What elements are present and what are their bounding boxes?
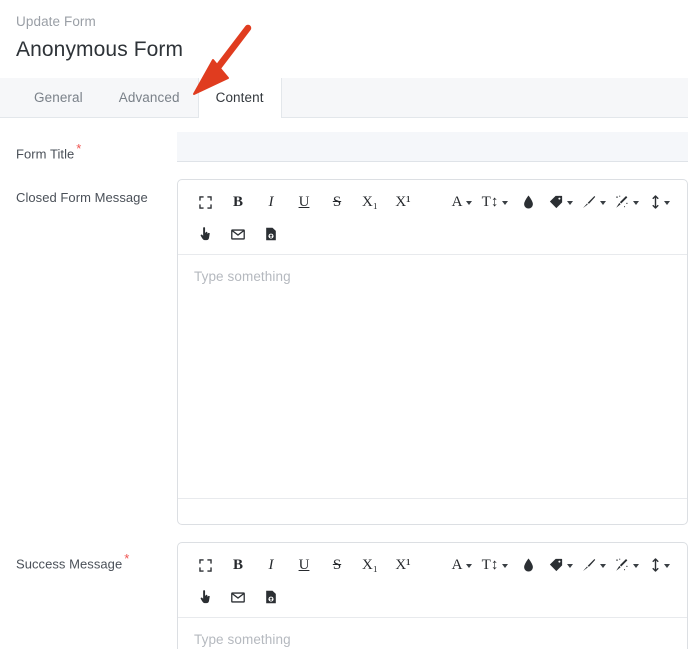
font-family-label: A xyxy=(451,556,463,573)
form-body: Form Title * Closed Form Message B I U S… xyxy=(0,118,688,649)
italic-icon[interactable]: I xyxy=(258,189,284,215)
toolbar-row-1-success: B I U S X₁ X¹ A T↕ xyxy=(192,549,673,581)
toolbar-row-2-closed xyxy=(192,218,673,250)
pointer-hand-icon[interactable] xyxy=(192,584,218,610)
line-height-icon[interactable] xyxy=(647,552,673,578)
control-form-title xyxy=(177,132,688,162)
file-upload-icon[interactable] xyxy=(258,221,284,247)
font-size-icon[interactable]: T↕ xyxy=(481,189,509,215)
toolbar-row-1-closed: B I U S X₁ X¹ A T↕ xyxy=(192,186,673,218)
editor-toolbar-closed: B I U S X₁ X¹ A T↕ xyxy=(178,180,687,256)
control-success-message: B I U S X₁ X¹ A T↕ Type something xyxy=(177,542,688,649)
strikethrough-label: S xyxy=(332,193,342,210)
chevron-down-icon xyxy=(466,564,473,569)
rich-text-editor-closed-form-message: B I U S X₁ X¹ A T↕ Type something xyxy=(177,179,688,526)
breadcrumb: Update Form xyxy=(16,14,96,29)
fullscreen-icon[interactable] xyxy=(192,189,218,215)
chevron-down-icon xyxy=(567,564,573,569)
highlight-color-icon[interactable] xyxy=(548,189,574,215)
font-family-icon[interactable]: A xyxy=(449,552,475,578)
bold-label: B xyxy=(232,556,243,573)
field-row-success-message: Success Message * B I U S X₁ X¹ A T↕ Typ… xyxy=(0,542,688,649)
form-title-input[interactable] xyxy=(177,132,688,162)
label-closed-form-message-text: Closed Form Message xyxy=(16,190,148,206)
page-header: Update Form Anonymous Form xyxy=(0,0,688,78)
font-size-label: T↕ xyxy=(481,556,499,573)
required-marker: * xyxy=(124,551,130,567)
editor-placeholder-closed: Type something xyxy=(194,269,291,285)
italic-label: I xyxy=(268,556,274,573)
subscript-icon[interactable]: X₁ xyxy=(357,552,383,578)
chevron-down-icon xyxy=(600,201,606,206)
editor-footer-closed xyxy=(178,498,687,524)
superscript-label: X¹ xyxy=(395,556,411,573)
subscript-label: X₁ xyxy=(361,556,379,573)
font-size-icon[interactable]: T↕ xyxy=(481,552,509,578)
chevron-down-icon xyxy=(567,201,573,206)
bold-icon[interactable]: B xyxy=(225,189,251,215)
italic-icon[interactable]: I xyxy=(258,552,284,578)
chevron-down-icon xyxy=(502,564,509,569)
field-row-closed-form-message: Closed Form Message B I U S X₁ X¹ A T↕ T… xyxy=(0,179,688,526)
highlight-color-icon[interactable] xyxy=(548,552,574,578)
magic-wand-icon[interactable] xyxy=(614,552,640,578)
bold-icon[interactable]: B xyxy=(225,552,251,578)
editor-canvas-success[interactable]: Type something xyxy=(178,618,687,649)
email-icon[interactable] xyxy=(225,221,251,247)
rich-text-editor-success-message: B I U S X₁ X¹ A T↕ Type something xyxy=(177,542,688,649)
chevron-down-icon xyxy=(633,564,639,569)
label-form-title-text: Form Title xyxy=(16,146,75,162)
file-upload-icon[interactable] xyxy=(258,584,284,610)
underline-icon[interactable]: U xyxy=(291,189,317,215)
brush-icon[interactable] xyxy=(581,552,607,578)
text-color-icon[interactable] xyxy=(515,189,541,215)
fullscreen-icon[interactable] xyxy=(192,552,218,578)
strikethrough-icon[interactable]: S xyxy=(324,552,350,578)
brush-icon[interactable] xyxy=(581,189,607,215)
chevron-down-icon xyxy=(663,564,670,569)
label-success-message: Success Message * xyxy=(0,542,177,573)
label-closed-form-message: Closed Form Message xyxy=(0,179,177,207)
tab-bar: General Advanced Content xyxy=(0,24,688,118)
required-marker: * xyxy=(76,141,82,156)
editor-canvas-closed[interactable]: Type something xyxy=(178,255,687,498)
chevron-down-icon xyxy=(466,201,473,206)
superscript-label: X¹ xyxy=(395,193,411,210)
strikethrough-label: S xyxy=(332,556,342,573)
chevron-down-icon xyxy=(502,201,509,206)
pointer-hand-icon[interactable] xyxy=(192,221,218,247)
font-family-icon[interactable]: A xyxy=(449,189,475,215)
subscript-label: X₁ xyxy=(361,193,379,210)
editor-toolbar-success: B I U S X₁ X¹ A T↕ xyxy=(178,543,687,619)
toolbar-row-2-success xyxy=(192,581,673,613)
page-title: Anonymous Form xyxy=(16,38,184,61)
strikethrough-icon[interactable]: S xyxy=(324,189,350,215)
italic-label: I xyxy=(268,193,274,210)
email-icon[interactable] xyxy=(225,584,251,610)
field-row-form-title: Form Title * xyxy=(0,132,688,163)
tab-general[interactable]: General xyxy=(16,78,101,117)
font-size-label: T↕ xyxy=(481,193,499,210)
line-height-icon[interactable] xyxy=(647,189,673,215)
label-success-message-text: Success Message xyxy=(16,556,123,572)
bold-label: B xyxy=(232,193,243,210)
chevron-down-icon xyxy=(663,201,670,206)
label-form-title: Form Title * xyxy=(0,132,177,163)
magic-wand-icon[interactable] xyxy=(614,189,640,215)
editor-placeholder-success: Type something xyxy=(194,632,291,648)
superscript-icon[interactable]: X¹ xyxy=(390,552,416,578)
underline-label: U xyxy=(298,193,310,210)
underline-icon[interactable]: U xyxy=(291,552,317,578)
subscript-icon[interactable]: X₁ xyxy=(357,189,383,215)
tab-advanced[interactable]: Advanced xyxy=(101,78,198,117)
chevron-down-icon xyxy=(633,201,639,206)
font-family-label: A xyxy=(451,193,463,210)
control-closed-form-message: B I U S X₁ X¹ A T↕ Type something xyxy=(177,179,688,526)
text-color-icon[interactable] xyxy=(515,552,541,578)
superscript-icon[interactable]: X¹ xyxy=(390,189,416,215)
underline-label: U xyxy=(298,556,310,573)
tab-content[interactable]: Content xyxy=(197,78,282,118)
chevron-down-icon xyxy=(600,564,606,569)
